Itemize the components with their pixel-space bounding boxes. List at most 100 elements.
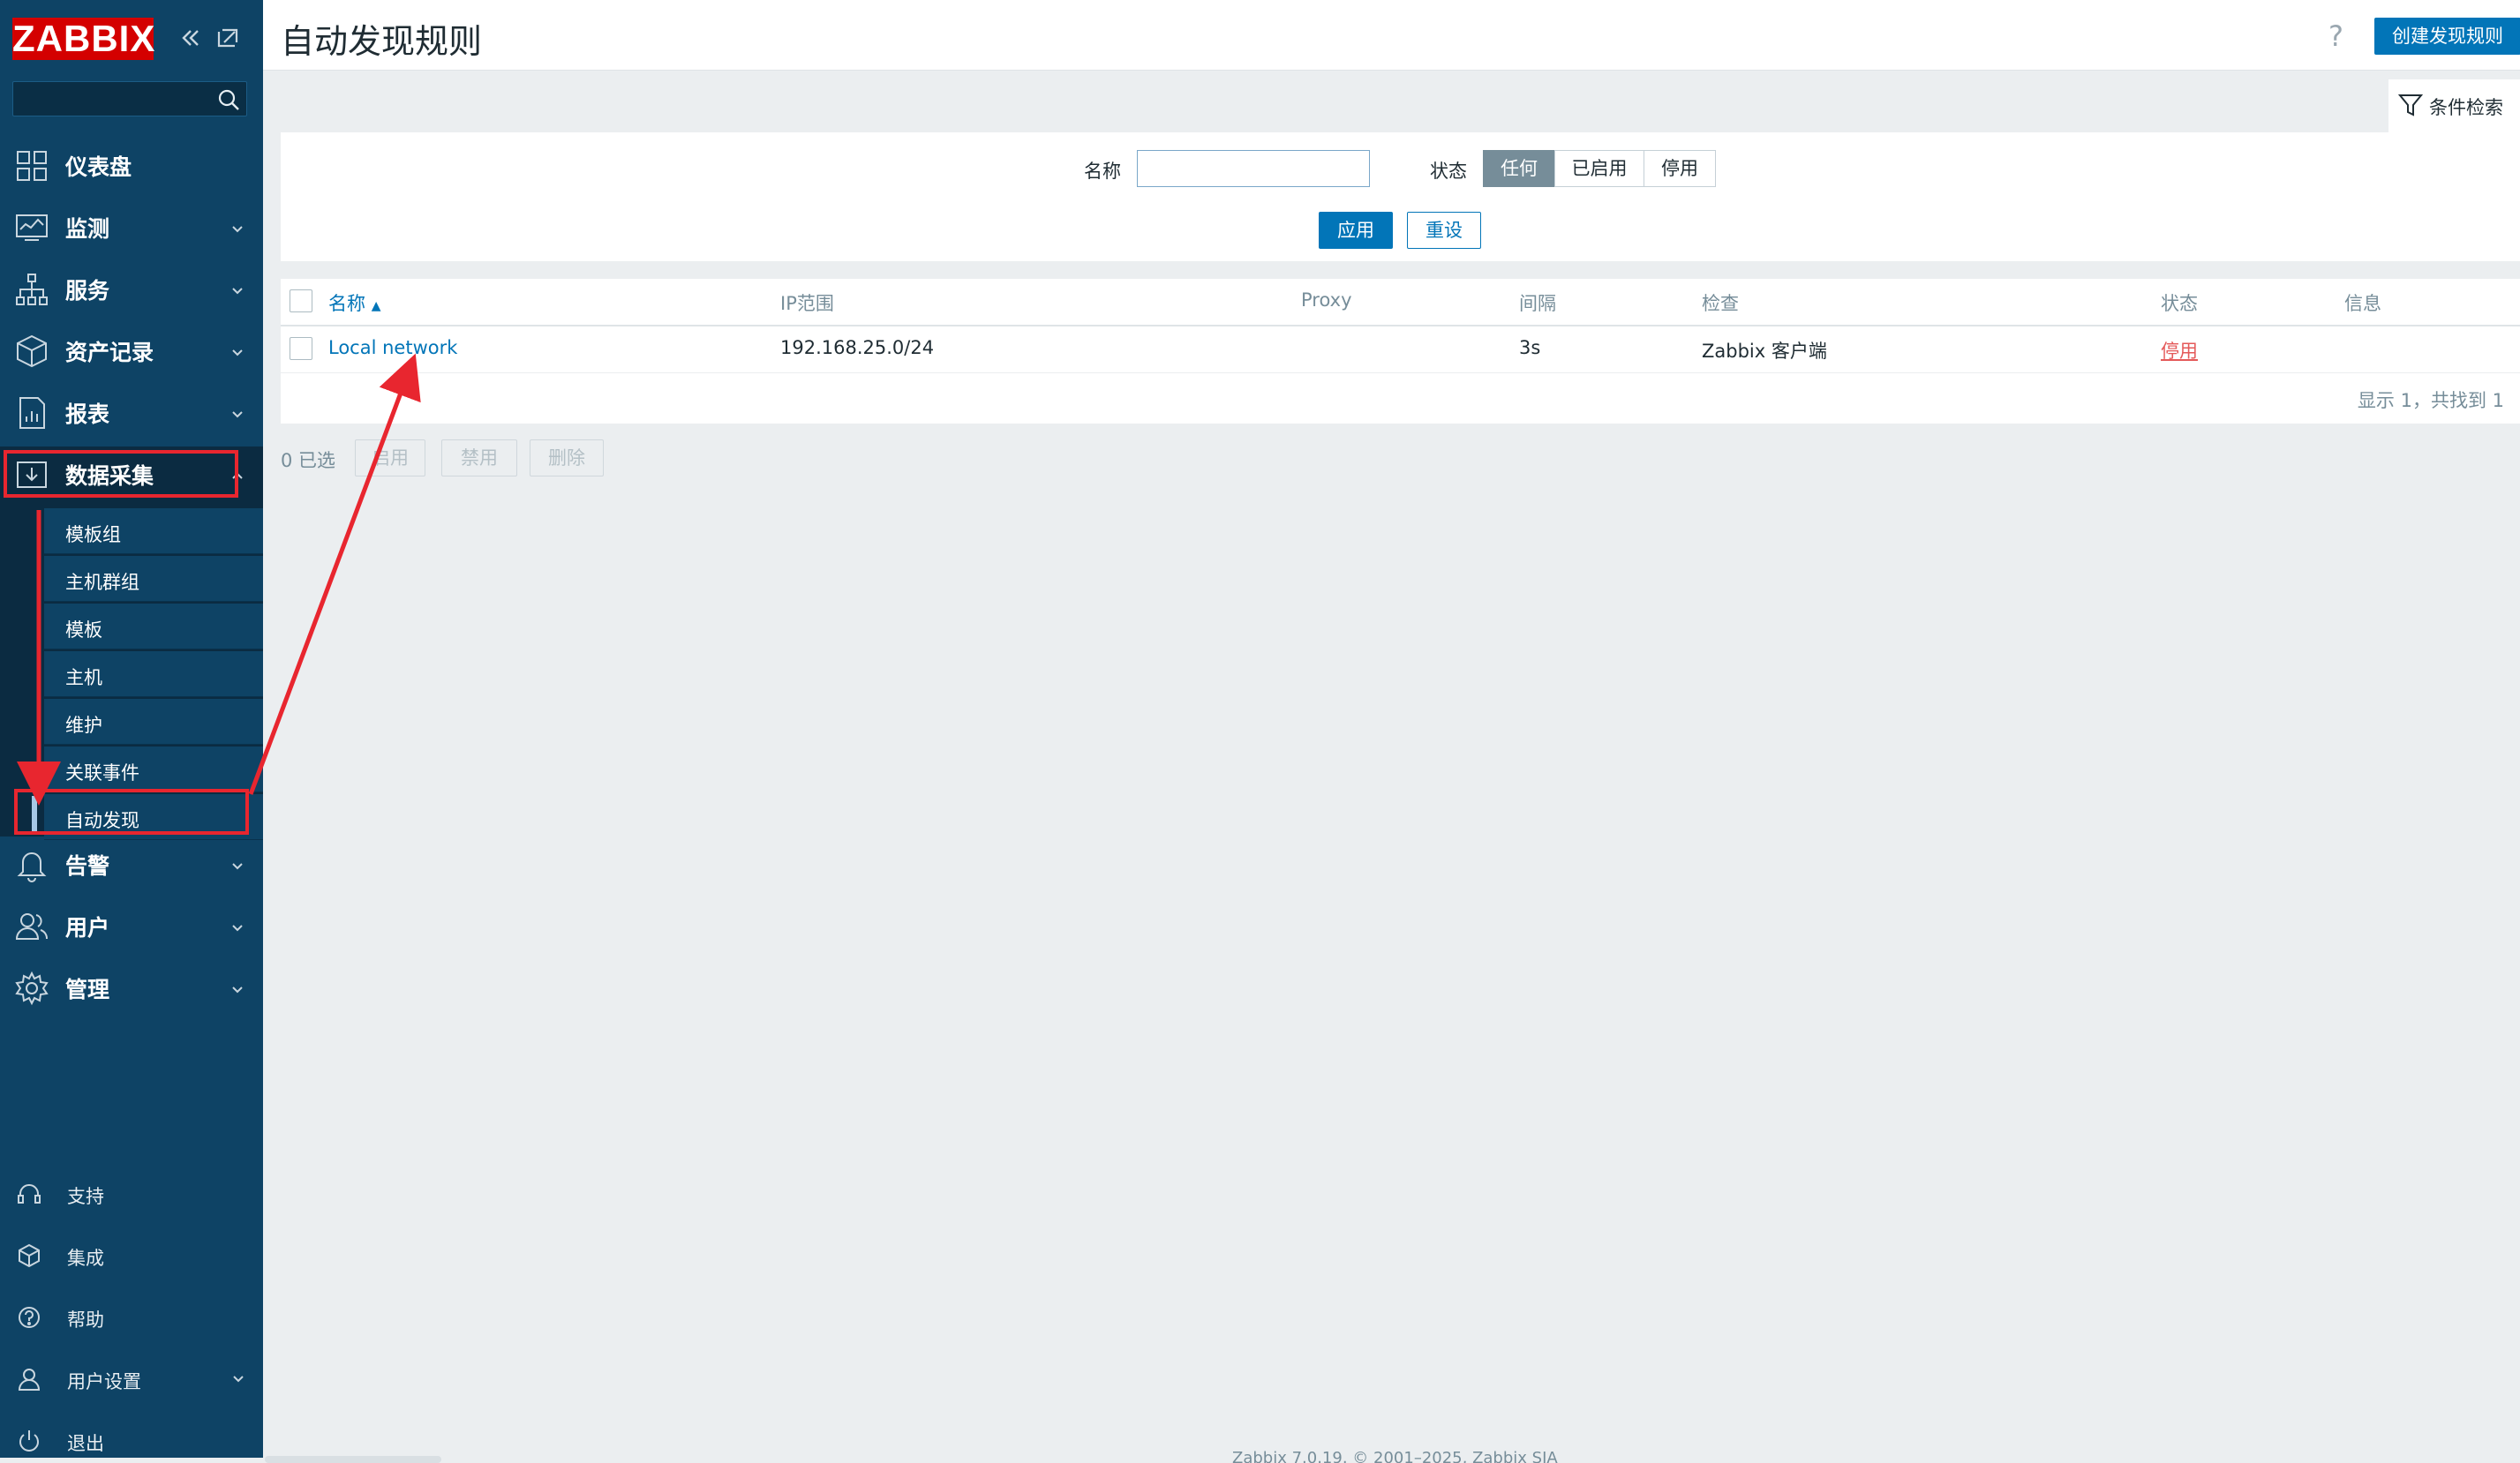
column-header-interval: 间隔 [1519,293,1556,314]
menu-label: 仪表盘 [65,154,132,180]
menu-label: 集成 [67,1248,104,1269]
submenu-templates[interactable]: 模板 [44,604,263,649]
headset-icon [16,1181,42,1207]
rule-name-link[interactable]: Local network [328,337,457,358]
reports-icon [14,395,49,431]
dashboard-icon [14,148,49,184]
chevron-down-icon [228,979,247,999]
menu-sign-out[interactable]: 退出 [0,1417,263,1463]
menu-dashboard[interactable]: 仪表盘 [0,138,263,194]
menu-help[interactable]: 帮助 [0,1294,263,1339]
rule-status-toggle[interactable]: 停用 [2161,337,2198,364]
double-chevron-left-icon[interactable] [177,23,205,53]
submenu-label: 模板 [65,619,102,641]
submenu-hosts[interactable]: 主机 [44,651,263,697]
sidebar-search-input[interactable] [12,81,247,116]
submenu-label: 主机 [65,667,102,688]
delete-selected-button[interactable]: 删除 [530,439,604,476]
menu-label: 告警 [65,853,110,879]
menu-integrations[interactable]: 集成 [0,1232,263,1278]
submenu-host-groups[interactable]: 主机群组 [44,556,263,602]
data-collection-submenu: 模板组 主机群组 模板 主机 维护 关联事件 自动发现 [0,503,263,840]
status-option-disabled[interactable]: 停用 [1644,150,1716,187]
filter-tab[interactable]: 条件检索 [2388,79,2520,132]
status-option-any[interactable]: 任何 [1483,150,1555,187]
row-divider [281,372,2520,373]
menu-label: 资产记录 [65,340,154,365]
sidebar: ZABBIX 仪表盘 监测 服务 资产记录 报表 数据采集 模板组 主机群组 模… [0,0,263,1458]
menu-user-settings[interactable]: 用户设置 [0,1355,263,1401]
chevron-down-icon [228,918,247,937]
chevron-down-icon [228,219,247,238]
services-icon [14,272,49,307]
status-option-enabled[interactable]: 已启用 [1554,150,1644,187]
submenu-discovery[interactable]: 自动发现 [44,794,263,840]
menu-reports[interactable]: 报表 [0,385,263,441]
menu-label: 支持 [67,1186,104,1207]
disable-selected-button[interactable]: 禁用 [441,439,517,476]
menu-label: 服务 [65,278,110,304]
selected-count: 0 已选 [281,450,336,471]
menu-inventory[interactable]: 资产记录 [0,323,263,379]
table-summary: 显示 1，共找到 1 [2357,390,2504,411]
column-header-info: 信息 [2344,293,2381,314]
monitoring-icon [14,210,49,245]
chevron-down-icon [228,281,247,300]
menu-label: 报表 [65,401,110,427]
status-filter-label: 状态 [1430,161,1467,182]
apply-button[interactable]: 应用 [1319,212,1393,249]
menu-label: 管理 [65,977,110,1002]
submenu-label: 关联事件 [65,762,139,784]
select-all-checkbox[interactable] [290,289,312,312]
help-circle-icon [16,1304,42,1331]
header-divider [281,325,2520,326]
help-icon[interactable]: ? [2328,19,2343,53]
column-header-name[interactable]: 名称 ▲ [328,289,380,316]
chevron-down-icon [228,342,247,362]
menu-data-collection[interactable]: 数据采集 [0,446,263,503]
horizontal-scrollbar[interactable] [265,1456,441,1463]
menu-monitoring[interactable]: 监测 [0,199,263,256]
name-filter-input[interactable] [1137,150,1370,187]
column-header-status: 状态 [2161,293,2198,314]
menu-label: 退出 [67,1433,104,1454]
expand-icon[interactable] [214,23,242,53]
menu-administration[interactable]: 管理 [0,960,263,1017]
users-icon [14,909,49,944]
integrations-icon [16,1242,42,1269]
search-icon[interactable] [216,87,241,112]
submenu-label: 模板组 [65,524,121,545]
discovery-rules-table: 名称 ▲ IP范围 Proxy 间隔 检查 状态 信息 Local networ… [281,279,2520,424]
sort-asc-icon: ▲ [371,299,381,313]
annotation-arrow-to-rule [248,353,421,795]
column-header-checks: 检查 [1702,293,1739,314]
active-indicator [32,796,37,835]
column-header-proxy: Proxy [1301,289,1352,311]
bell-icon [14,847,49,882]
data-collection-icon [14,457,49,492]
submenu-event-correlation[interactable]: 关联事件 [44,747,263,792]
menu-support[interactable]: 支持 [0,1170,263,1216]
page-footer: Zabbix 7.0.19. © 2001–2025, Zabbix SIA [1232,1449,1558,1463]
rule-interval: 3s [1519,337,1541,358]
submenu-template-groups[interactable]: 模板组 [44,508,263,554]
chevron-down-icon [228,856,247,875]
create-discovery-rule-button[interactable]: 创建发现规则 [2374,18,2520,55]
menu-label: 用户设置 [67,1371,141,1392]
submenu-maintenance[interactable]: 维护 [44,699,263,745]
inventory-icon [14,334,49,369]
menu-users[interactable]: 用户 [0,898,263,955]
menu-services[interactable]: 服务 [0,261,263,318]
row-checkbox[interactable] [290,337,312,360]
menu-label: 监测 [65,216,110,242]
rule-checks: Zabbix 客户端 [1702,341,1827,362]
submenu-label: 主机群组 [65,572,139,593]
enable-selected-button[interactable]: 启用 [355,439,425,476]
zabbix-logo[interactable]: ZABBIX [12,18,154,60]
submenu-label: 维护 [65,715,102,736]
chevron-down-icon [228,404,247,424]
menu-alerts[interactable]: 告警 [0,837,263,893]
reset-button[interactable]: 重设 [1407,212,1481,249]
menu-label: 数据采集 [65,463,154,489]
gear-icon [14,971,49,1006]
